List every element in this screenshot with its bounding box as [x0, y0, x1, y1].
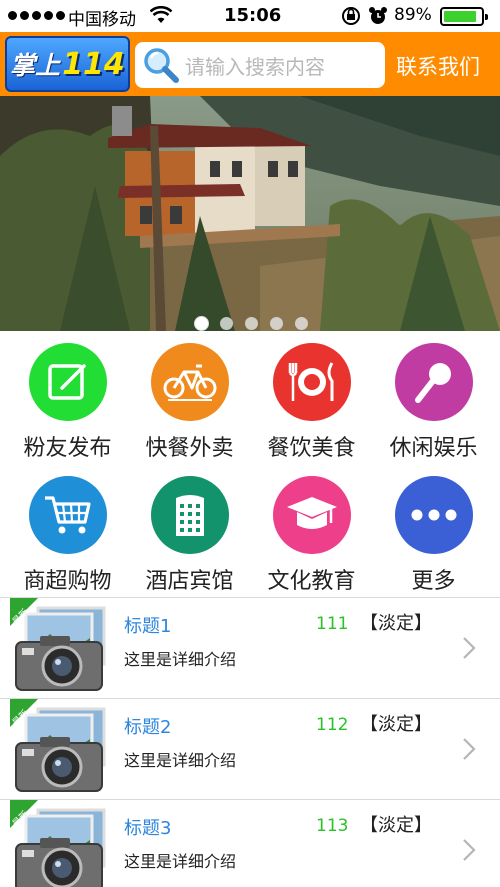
carousel-dot[interactable] [245, 317, 258, 330]
item-title: 标题1 [124, 616, 172, 637]
edit-icon [47, 364, 86, 400]
search-input[interactable]: 请输入搜索内容 [135, 42, 385, 88]
banner-image [0, 96, 500, 331]
item-description: 这里是详细介绍 [124, 751, 237, 770]
category-item-education[interactable]: 文化教育 [249, 464, 374, 597]
search-icon [144, 48, 179, 83]
wifi-icon [150, 6, 172, 23]
list-item[interactable]: 最新 标题1 111 【淡定】 这里是详细介绍 [0, 597, 500, 698]
item-number: 111 [316, 614, 349, 634]
rotation-lock-icon [342, 7, 360, 25]
category-circle [150, 476, 229, 554]
app-header: 掌上 114 请输入搜索内容 联系我们 [0, 32, 500, 96]
category-item-more[interactable]: 更多 [371, 464, 496, 597]
category-item-hotel[interactable]: 酒店宾馆 [127, 464, 252, 597]
category-label: 粉友发布 [23, 436, 112, 461]
category-item-shopping[interactable]: 商超购物 [5, 464, 130, 597]
item-number: 113 [316, 816, 349, 836]
signal-strength-icon [8, 11, 65, 20]
dining-icon [288, 362, 333, 401]
item-description: 这里是详细介绍 [124, 650, 237, 669]
category-circle [394, 343, 473, 421]
bicycle-icon [163, 364, 216, 401]
banner-carousel[interactable] [0, 96, 500, 331]
graduation-cap-icon [286, 497, 337, 529]
item-title: 标题2 [124, 717, 172, 738]
microphone-icon [414, 363, 451, 403]
list-item[interactable]: 最新 标题2 112 【淡定】 这里是详细介绍 [0, 698, 500, 799]
category-grid: 粉友发布 快餐外卖 餐饮美食 休闲娱乐 商超购物 酒店宾馆 文化教育 更多 [0, 331, 500, 597]
category-item-fanyou-publish[interactable]: 粉友发布 [5, 331, 130, 464]
chevron-right-icon [463, 637, 476, 659]
battery-icon [440, 7, 488, 26]
category-item-leisure[interactable]: 休闲娱乐 [371, 331, 496, 464]
carousel-dot[interactable] [195, 317, 208, 330]
carousel-dot[interactable] [295, 317, 308, 330]
category-circle [272, 476, 351, 554]
item-tag: 【淡定】 [360, 815, 432, 836]
category-label: 餐饮美食 [267, 436, 356, 461]
category-circle [28, 343, 107, 421]
battery-percent: 89% [394, 5, 432, 25]
carousel-indicator[interactable] [195, 317, 308, 330]
item-number: 112 [316, 715, 349, 735]
list-item[interactable]: 最新 标题3 113 【淡定】 这里是详细介绍 [0, 799, 500, 887]
listing-list: 最新 标题1 111 【淡定】 这里是详细介绍 最新 标题2 112 【淡定】 … [0, 597, 500, 887]
category-item-dining[interactable]: 餐饮美食 [249, 331, 374, 464]
chevron-right-icon [463, 839, 476, 861]
shopping-cart-icon [44, 496, 91, 534]
search-placeholder: 请输入搜索内容 [185, 54, 325, 79]
carousel-dot[interactable] [270, 317, 283, 330]
app-logo[interactable]: 掌上 114 [5, 36, 130, 92]
status-bar: 中国移动 15:06 89% [0, 0, 500, 32]
category-label: 更多 [411, 569, 456, 594]
category-circle [272, 343, 351, 421]
item-title: 标题3 [124, 818, 172, 839]
item-tag: 【淡定】 [360, 613, 432, 634]
category-circle [28, 476, 107, 554]
status-time: 15:06 [224, 5, 282, 26]
more-icon [411, 509, 456, 521]
category-circle [150, 343, 229, 421]
carousel-dot[interactable] [220, 317, 233, 330]
item-description: 这里是详细介绍 [124, 852, 237, 871]
category-label: 休闲娱乐 [389, 436, 478, 461]
item-tag: 【淡定】 [360, 714, 432, 735]
category-label: 快餐外卖 [145, 436, 234, 461]
category-label: 文化教育 [267, 569, 356, 594]
carrier-name: 中国移动 [68, 10, 136, 30]
chevron-right-icon [463, 738, 476, 760]
category-label: 商超购物 [23, 569, 112, 594]
hotel-icon [175, 495, 204, 536]
contact-us-button[interactable]: 联系我们 [396, 51, 480, 81]
alarm-icon [369, 7, 387, 24]
category-label: 酒店宾馆 [145, 569, 234, 594]
category-circle [394, 476, 473, 554]
category-item-fast-food-delivery[interactable]: 快餐外卖 [127, 331, 252, 464]
